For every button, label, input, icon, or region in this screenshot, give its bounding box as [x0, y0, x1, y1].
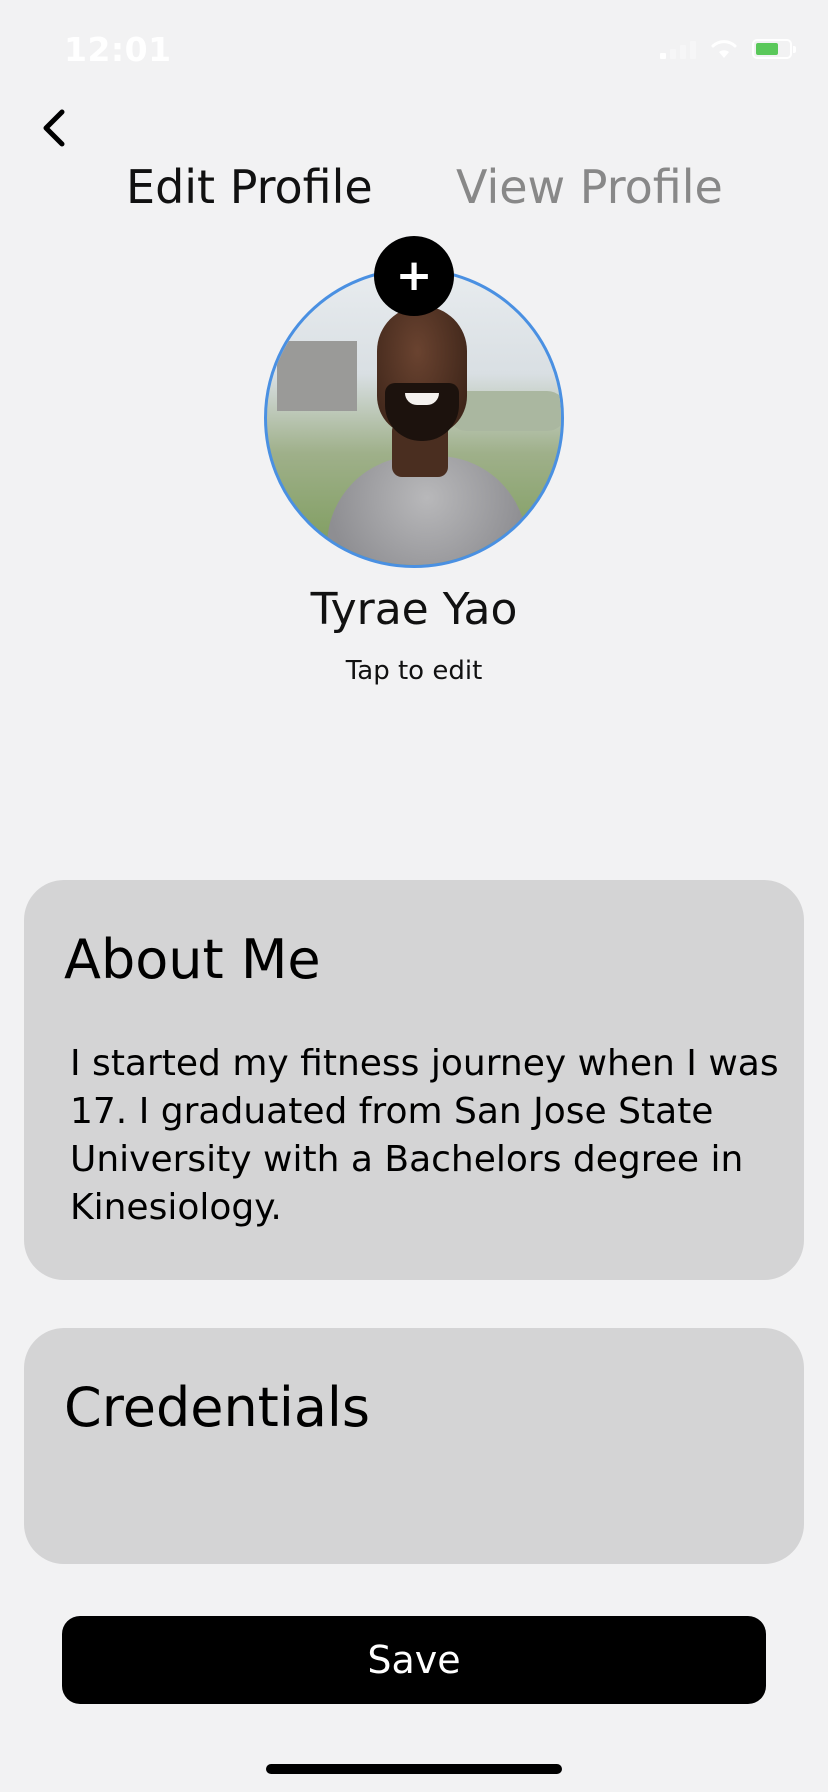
- about-me-card[interactable]: About Me I started my fitness journey wh…: [24, 880, 804, 1280]
- edit-profile-screen: 12:01 Edit Profile View Profile + Tyrae …: [0, 0, 828, 1792]
- back-button[interactable]: [36, 104, 76, 152]
- profile-name[interactable]: Tyrae Yao: [0, 584, 828, 635]
- save-button[interactable]: Save: [62, 1616, 766, 1704]
- tab-edit-profile[interactable]: Edit Profile: [126, 160, 373, 214]
- about-me-text[interactable]: I started my fitness journey when I was …: [70, 1040, 790, 1232]
- status-indicators: [660, 38, 796, 60]
- edit-hint: Tap to edit: [345, 656, 483, 686]
- cellular-signal-icon: [660, 39, 696, 59]
- about-me-title: About Me: [64, 928, 321, 991]
- add-photo-button[interactable]: +: [374, 236, 454, 316]
- tab-view-profile[interactable]: View Profile: [456, 160, 723, 214]
- status-time: 12:01: [64, 30, 172, 69]
- battery-icon: [752, 39, 796, 59]
- credentials-title: Credentials: [64, 1376, 371, 1439]
- home-indicator: [266, 1764, 562, 1774]
- chevron-left-icon: [43, 109, 65, 147]
- avatar-background-building: [277, 341, 357, 411]
- wifi-icon: [711, 40, 737, 58]
- credentials-card[interactable]: Credentials: [24, 1328, 804, 1564]
